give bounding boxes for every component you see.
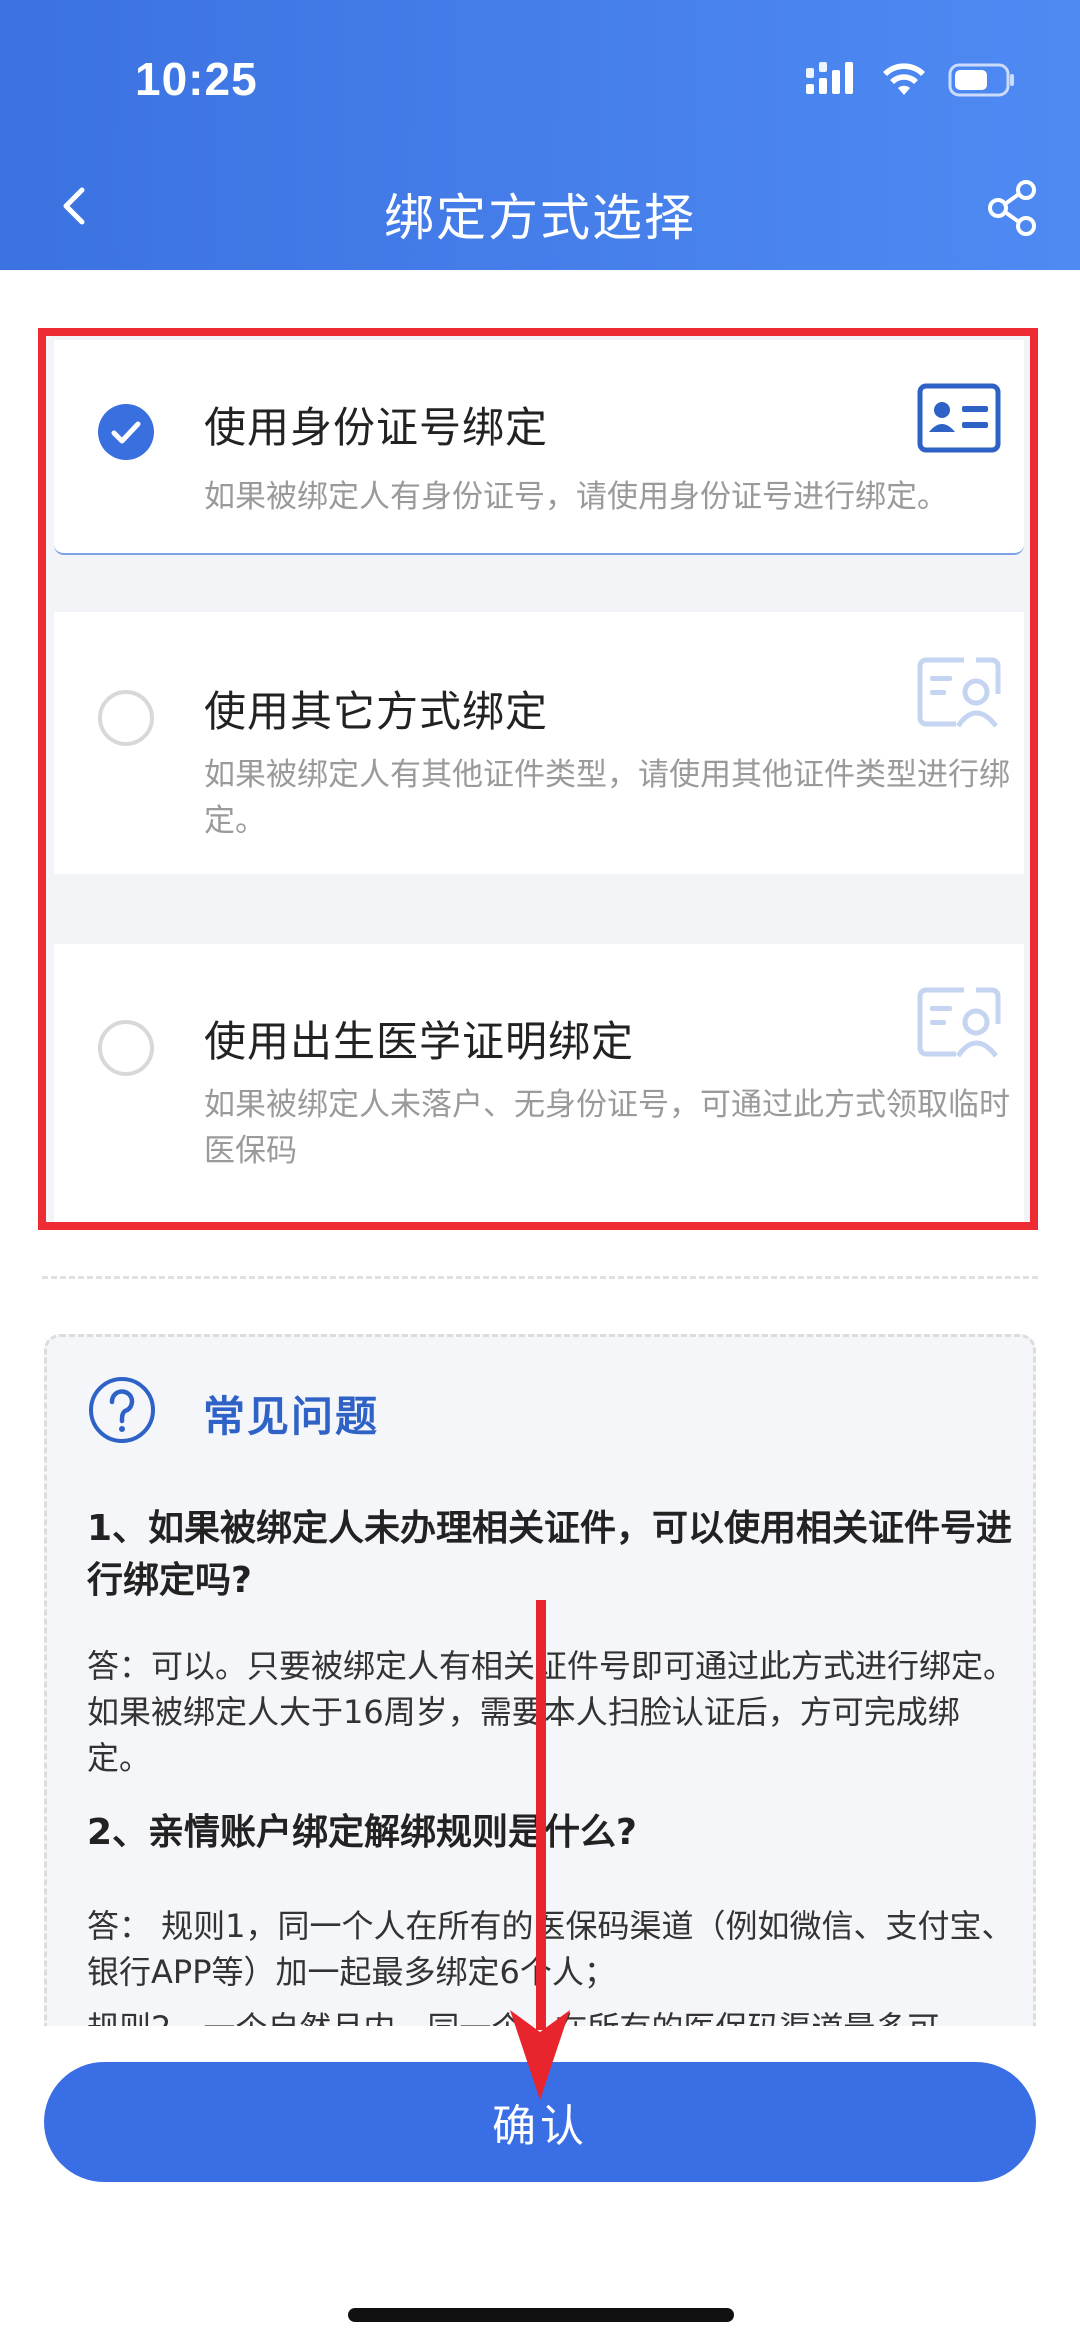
top-header: 10:25 绑定方式选择 (0, 0, 1080, 270)
option-other-id[interactable]: 使用其它方式绑定 如果被绑定人有其他证件类型，请使用其他证件类型进行绑定。 (54, 612, 1024, 874)
share-button[interactable] (984, 178, 1044, 238)
wifi-icon (883, 63, 925, 95)
option-birth-certificate[interactable]: 使用出生医学证明绑定 如果被绑定人未落户、无身份证号，可通过此方式领取临时医保码 (54, 944, 1024, 1224)
battery-icon (948, 63, 1014, 97)
option-title: 使用身份证号绑定 (204, 403, 549, 452)
radio-unchecked[interactable] (98, 1020, 154, 1076)
profile-card-icon (917, 987, 1001, 1058)
faq-section: 常见问题 1、如果被绑定人未办理相关证件，可以使用相关证件号进行绑定吗? 答：可… (44, 1334, 1036, 2026)
confirm-button[interactable]: 确认 (44, 2062, 1036, 2182)
faq-question: 1、如果被绑定人未办理相关证件，可以使用相关证件号进行绑定吗? (87, 1508, 1013, 1601)
dashed-divider (42, 1276, 1038, 1279)
radio-checked[interactable] (98, 404, 154, 460)
signal-icon (806, 62, 853, 94)
status-icons (804, 58, 1016, 102)
faq-answer-truncated: 规则2，一个自然月内，同一个人在所有的医保码渠道最多可 (87, 2005, 1017, 2026)
option-title: 使用其它方式绑定 (204, 687, 549, 736)
binding-options: 使用身份证号绑定 如果被绑定人有身份证号，请使用身份证号进行绑定。 使用其它方式… (38, 330, 1038, 1230)
faq-answer: 答：可以。只要被绑定人有相关证件号即可通过此方式进行绑定。如果被绑定人大于16周… (87, 1647, 1016, 1777)
faq-title: 常见问题 (203, 1392, 380, 1441)
page-title: 绑定方式选择 (384, 189, 696, 247)
home-indicator (348, 2308, 734, 2322)
faq-question: 2、亲情账户绑定解绑规则是什么? (87, 1812, 637, 1853)
option-desc: 如果被绑定人有其他证件类型，请使用其他证件类型进行绑定。 (204, 757, 1010, 839)
option-desc: 如果被绑定人有身份证号，请使用身份证号进行绑定。 (204, 479, 948, 515)
share-icon (988, 180, 1036, 236)
question-circle-icon (89, 1377, 155, 1443)
checkmark-icon (111, 421, 141, 444)
faq-answer: 答： 规则1，同一个人在所有的医保码渠道（例如微信、支付宝、银行APP等）加一起… (87, 1907, 1014, 1991)
option-desc: 如果被绑定人未落户、无身份证号，可通过此方式领取临时医保码 (204, 1087, 1010, 1169)
status-time: 10:25 (135, 53, 258, 105)
profile-card-icon (917, 657, 1001, 728)
id-card-icon (917, 383, 1001, 453)
option-title: 使用出生医学证明绑定 (204, 1017, 635, 1066)
option-id-card[interactable]: 使用身份证号绑定 如果被绑定人有身份证号，请使用身份证号进行绑定。 (54, 340, 1024, 555)
radio-unchecked[interactable] (98, 690, 154, 746)
